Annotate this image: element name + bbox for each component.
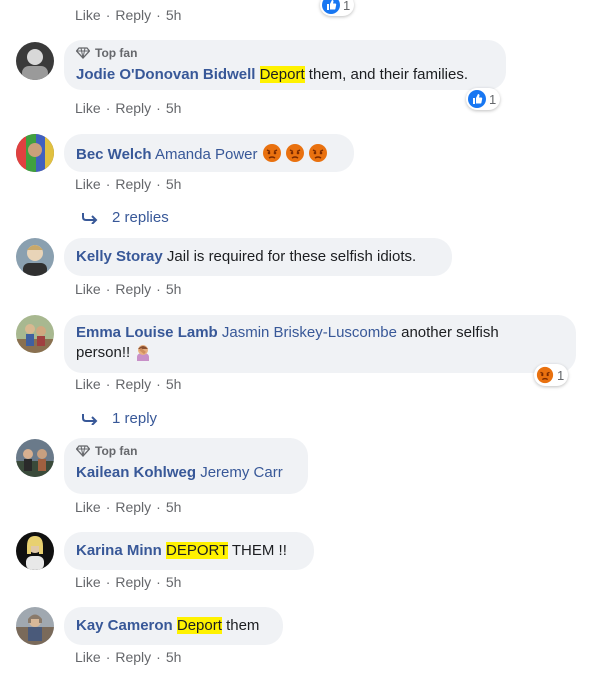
comment-bubble: Bec Welch Amanda Power <box>64 134 354 172</box>
reply-link[interactable]: Reply <box>115 376 151 392</box>
highlighted-text: DEPORT <box>166 542 228 559</box>
comment-author[interactable]: Kay Cameron <box>76 617 173 634</box>
comment-text: them, and their families. <box>304 66 469 83</box>
timestamp[interactable]: 5h <box>166 100 182 116</box>
reply-link[interactable]: Reply <box>115 7 151 23</box>
timestamp[interactable]: 5h <box>166 574 182 590</box>
comment-bubble: Top fan Kailean Kohlweg Jeremy Carr <box>64 438 308 494</box>
timestamp[interactable]: 5h <box>166 176 182 192</box>
like-link[interactable]: Like <box>75 176 101 192</box>
comment-author[interactable]: Kelly Storay <box>76 248 163 265</box>
like-link[interactable]: Like <box>75 499 101 515</box>
comment-actions: Like · Reply · 5h <box>75 7 182 23</box>
comment-text: them <box>221 617 260 634</box>
mention-link[interactable]: Jasmin Briskey-Luscombe <box>222 324 397 341</box>
comment-bubble: Emma Louise Lamb Jasmin Briskey-Luscombe… <box>64 315 576 373</box>
reply-arrow-icon <box>82 212 98 224</box>
timestamp[interactable]: 5h <box>166 7 182 23</box>
comment-author[interactable]: Bec Welch <box>76 146 152 163</box>
like-link[interactable]: Like <box>75 649 101 665</box>
reply-link[interactable]: Reply <box>115 100 151 116</box>
like-reaction-icon <box>322 0 340 14</box>
comment-actions: Like · Reply · 5h <box>75 176 182 192</box>
timestamp[interactable]: 5h <box>166 281 182 297</box>
like-link[interactable]: Like <box>75 376 101 392</box>
avatar[interactable] <box>16 607 54 645</box>
timestamp[interactable]: 5h <box>166 649 182 665</box>
diamond-badge-icon <box>76 47 90 59</box>
comment-author[interactable]: Emma Louise Lamb <box>76 324 218 341</box>
reply-link[interactable]: Reply <box>115 574 151 590</box>
view-replies-link[interactable]: 2 replies <box>82 209 169 226</box>
comment-text: Jail is required for these selfish idiot… <box>166 248 417 265</box>
like-link[interactable]: Like <box>75 7 101 23</box>
reply-link[interactable]: Reply <box>115 281 151 297</box>
comment-bubble: Kay Cameron Deport them <box>64 607 283 645</box>
comment-bubble: Kelly Storay Jail is required for these … <box>64 238 452 276</box>
comment-bubble: Karina Minn DEPORT THEM !! <box>64 532 314 570</box>
mention-link[interactable]: Amanda Power <box>155 146 258 163</box>
comment-actions: Like · Reply · 5h <box>75 499 182 515</box>
avatar[interactable] <box>16 532 54 570</box>
reply-link[interactable]: Reply <box>115 649 151 665</box>
diamond-badge-icon <box>76 445 90 457</box>
view-replies-link[interactable]: 1 reply <box>82 410 157 427</box>
top-fan-badge: Top fan <box>76 46 494 60</box>
reaction-badge[interactable]: 1 <box>320 0 355 16</box>
avatar[interactable] <box>16 315 54 353</box>
angry-emoji-icon <box>536 366 554 384</box>
comment-actions: Like · Reply · 5h <box>75 376 182 392</box>
comment-bubble: Top fan Jodie O'Donovan Bidwell Deport t… <box>64 40 506 90</box>
reaction-badge[interactable]: 1 <box>534 364 569 386</box>
avatar[interactable] <box>16 134 54 172</box>
like-link[interactable]: Like <box>75 281 101 297</box>
like-reaction-icon <box>468 90 486 108</box>
comment-text: THEM !! <box>227 542 287 559</box>
timestamp[interactable]: 5h <box>166 499 182 515</box>
comment-actions: Like · Reply · 5h <box>75 100 182 116</box>
like-link[interactable]: Like <box>75 574 101 590</box>
avatar[interactable] <box>16 238 54 276</box>
comment-actions: Like · Reply · 5h <box>75 649 182 665</box>
reply-link[interactable]: Reply <box>115 499 151 515</box>
comment-actions: Like · Reply · 5h <box>75 574 182 590</box>
like-link[interactable]: Like <box>75 100 101 116</box>
avatar[interactable] <box>16 42 54 80</box>
reply-link[interactable]: Reply <box>115 176 151 192</box>
highlighted-text: Deport <box>259 66 305 83</box>
top-fan-badge: Top fan <box>76 444 296 458</box>
comment-author[interactable]: Jodie O'Donovan Bidwell <box>76 66 255 83</box>
mention-link[interactable]: Jeremy Carr <box>200 464 283 481</box>
reply-arrow-icon <box>82 413 98 425</box>
highlighted-text: Deport <box>176 617 222 634</box>
comment-actions: Like · Reply · 5h <box>75 281 182 297</box>
comment-text-continued: person!! <box>76 344 131 361</box>
angry-emoji-icon <box>262 143 328 169</box>
avatar[interactable] <box>16 439 54 477</box>
reaction-badge[interactable]: 1 <box>466 88 501 110</box>
comment-author[interactable]: Kailean Kohlweg <box>76 464 196 481</box>
facepalm-emoji-icon <box>134 343 152 367</box>
comment-text: another selfish <box>396 324 499 341</box>
comment-author[interactable]: Karina Minn <box>76 542 162 559</box>
timestamp[interactable]: 5h <box>166 376 182 392</box>
